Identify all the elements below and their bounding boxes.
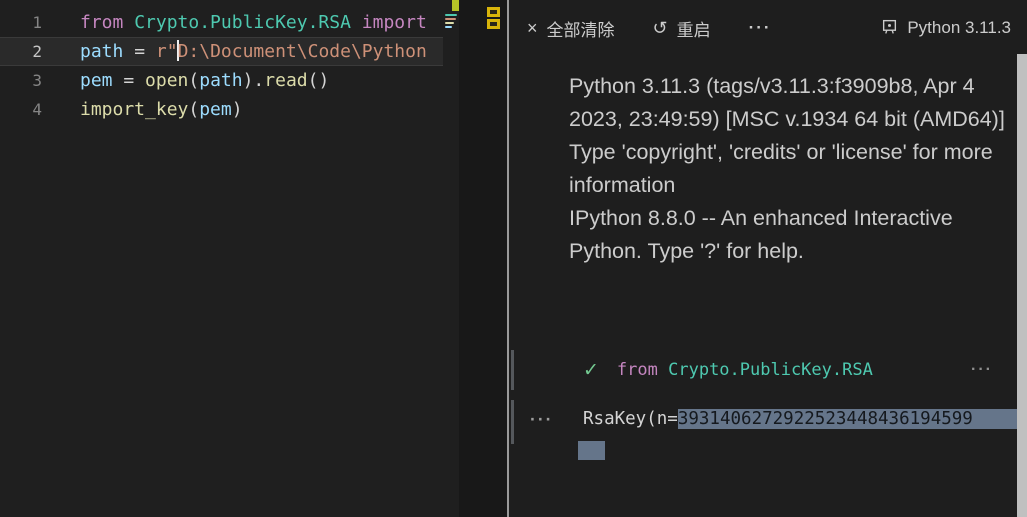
code-token: D:\Document\Code\Python xyxy=(178,41,427,62)
restart-button[interactable]: ↺ 重启 xyxy=(653,16,711,41)
code-token: ( xyxy=(188,70,199,91)
output-more-button[interactable]: ··· xyxy=(530,409,564,430)
vscode-window: 1 from Crypto.PublicKey.RSA import 2 path =… xyxy=(0,0,1027,517)
output-line: Python 3.11.3 (tags/v3.11.3:f3909b8, Apr… xyxy=(569,70,1024,136)
code-text: from Crypto.PublicKey.RSA import xyxy=(80,8,427,37)
code-token: path xyxy=(80,41,123,62)
code-token: Crypto.PublicKey.RSA xyxy=(668,360,873,380)
kernel-picker[interactable]: Python 3.11.3 xyxy=(881,18,1011,38)
editor-scrollbar-track[interactable] xyxy=(459,0,507,517)
line-number: 4 xyxy=(0,95,42,124)
code-token: from xyxy=(80,12,123,33)
minimap[interactable] xyxy=(443,0,459,517)
code-token: = xyxy=(123,41,156,62)
code-line-4[interactable]: 4 import_key(pem) xyxy=(0,95,443,124)
code-token: Crypto.PublicKey.RSA xyxy=(134,12,351,33)
clear-all-button[interactable]: × 全部清除 xyxy=(527,16,615,41)
line-number: 2 xyxy=(0,37,42,66)
code-token xyxy=(351,12,362,33)
code-token: r" xyxy=(156,41,178,62)
more-icon: ··· xyxy=(749,18,772,38)
executed-cell[interactable]: ✓ from Crypto.PublicKey.RSA ··· xyxy=(509,350,1017,390)
code-token: = xyxy=(113,70,146,91)
code-token: ) xyxy=(232,99,243,120)
code-token: path xyxy=(199,70,242,91)
kernel-icon xyxy=(881,18,898,38)
output-line: Type 'copyright', 'credits' or 'license'… xyxy=(569,136,1024,202)
selected-output-number: 3931406272922523448436194599 xyxy=(678,409,1017,429)
code-token: () xyxy=(308,70,330,91)
cell-code: from Crypto.PublicKey.RSA xyxy=(617,360,873,380)
code-token: pem xyxy=(80,70,113,91)
code-line-1[interactable]: 1 from Crypto.PublicKey.RSA import xyxy=(0,8,443,37)
code-token: open xyxy=(145,70,188,91)
code-line-3[interactable]: 3 pem = open(path).read() xyxy=(0,66,443,95)
restart-icon: ↺ xyxy=(653,19,668,37)
code-text: import_key(pem) xyxy=(80,95,243,124)
minimap-mark xyxy=(445,22,454,24)
overview-warning-marker xyxy=(487,19,500,29)
minimap-mark xyxy=(445,26,452,28)
kernel-banner-output: Python 3.11.3 (tags/v3.11.3:f3909b8, Apr… xyxy=(569,70,1024,268)
cell-more-button[interactable]: ··· xyxy=(971,361,993,379)
code-token: import_key xyxy=(80,99,188,120)
cell-success-icon: ✓ xyxy=(583,359,599,382)
code-text: pem = open(path).read() xyxy=(80,66,329,95)
code-token: pem xyxy=(199,99,232,120)
code-token: ). xyxy=(243,70,265,91)
code-token xyxy=(123,12,134,33)
code-token: from xyxy=(617,360,658,380)
output-line: IPython 8.8.0 -- An enhanced Interactive… xyxy=(569,202,1024,268)
line-number: 3 xyxy=(0,66,42,95)
editor-lines: 1 from Crypto.PublicKey.RSA import 2 path =… xyxy=(0,8,443,124)
cell-output-row: ··· RsaKey(n=393140627292252344843619459… xyxy=(509,404,1017,434)
code-token: read xyxy=(264,70,307,91)
panel-scrollbar[interactable] xyxy=(1017,54,1027,517)
code-text: path = r"D:\Document\Code\Python xyxy=(80,37,427,66)
overview-warning-marker xyxy=(487,7,500,17)
line-number: 1 xyxy=(0,8,42,37)
interactive-toolbar: × 全部清除 ↺ 重启 ··· Python 3.11.3 xyxy=(509,10,1011,46)
clear-all-label: 全部清除 xyxy=(547,16,615,41)
interactive-window: × 全部清除 ↺ 重启 ··· Python 3.11.3 xyxy=(509,0,1027,517)
minimap-mark xyxy=(445,18,456,20)
code-token: ( xyxy=(188,99,199,120)
code-editor[interactable]: 1 from Crypto.PublicKey.RSA import 2 path =… xyxy=(0,0,443,517)
code-line-2[interactable]: 2 path = r"D:\Document\Code\Python xyxy=(0,37,443,66)
code-token xyxy=(658,360,668,380)
output-text: RsaKey(n= xyxy=(583,409,678,429)
restart-label: 重启 xyxy=(677,16,711,41)
more-actions-button[interactable]: ··· xyxy=(749,18,772,38)
code-token: import xyxy=(362,12,427,33)
close-icon: × xyxy=(527,19,538,37)
minimap-mark xyxy=(445,14,457,16)
kernel-label: Python 3.11.3 xyxy=(907,18,1011,38)
selection-continuation xyxy=(578,441,605,460)
